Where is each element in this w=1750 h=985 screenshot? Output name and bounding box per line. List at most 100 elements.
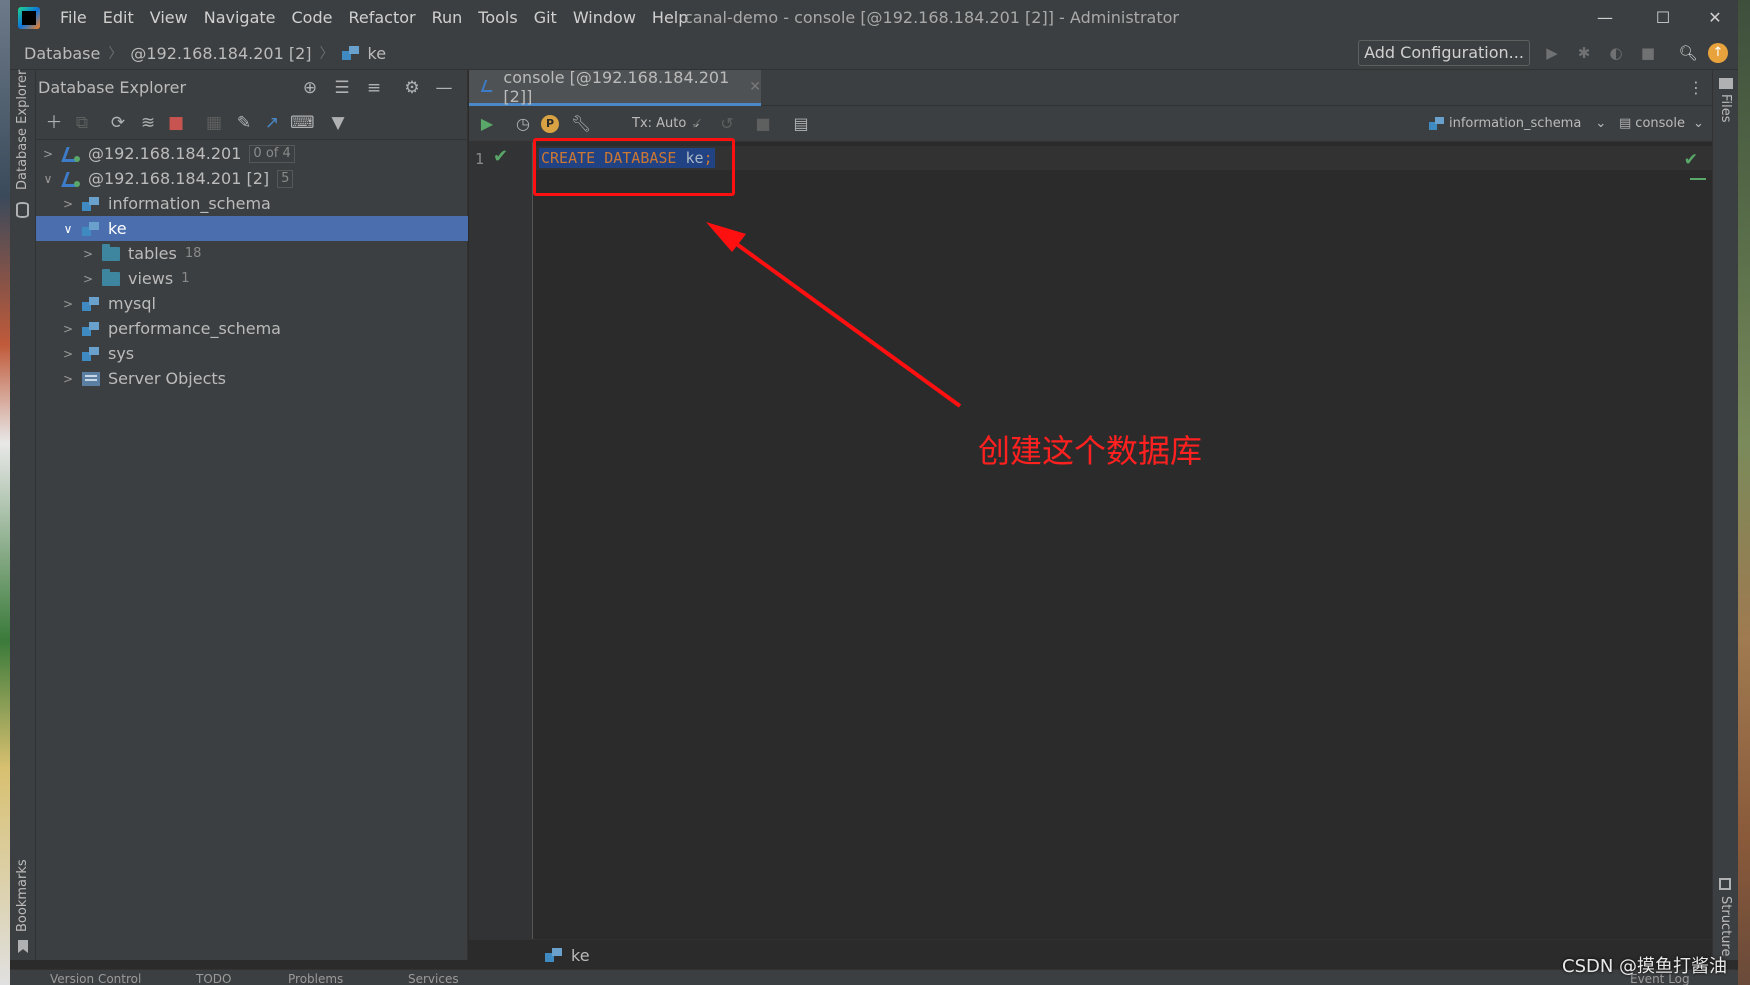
breadcrumb-database[interactable]: Database: [24, 44, 100, 63]
table-view-icon[interactable]: ▦: [202, 111, 226, 135]
schema-icon: [82, 321, 100, 336]
disconnect-icon[interactable]: ■: [164, 111, 188, 135]
wrench-icon[interactable]: 🔧︎: [569, 112, 593, 136]
annotation-highlight-box: [533, 138, 735, 196]
tree-item-ke[interactable]: ∨ ke: [36, 216, 468, 241]
collapse-all-icon[interactable]: ≡: [362, 76, 386, 100]
maximize-button[interactable]: ☐: [1634, 0, 1692, 36]
tree-item-label: tables: [128, 244, 177, 263]
tree-item-mysql[interactable]: > mysql: [36, 291, 468, 316]
chevron-right-icon[interactable]: >: [80, 272, 96, 286]
chevron-right-icon[interactable]: >: [60, 297, 76, 311]
files-tool-tab[interactable]: Files: [1718, 94, 1733, 123]
chevron-right-icon[interactable]: >: [60, 197, 76, 211]
schema-icon: [82, 221, 100, 236]
database-explorer-tool-tab[interactable]: Database Explorer: [15, 70, 30, 190]
menu-edit[interactable]: Edit: [95, 0, 142, 36]
close-window-button[interactable]: ✕: [1692, 0, 1738, 36]
tree-item-label: Server Objects: [108, 369, 226, 388]
menu-window[interactable]: Window: [565, 0, 644, 36]
session-selector[interactable]: ▤ console ⌄: [1619, 112, 1704, 136]
schema-selector[interactable]: information_schema ⌄: [1429, 112, 1606, 136]
menu-navigate[interactable]: Navigate: [196, 0, 284, 36]
todo-tab[interactable]: TODO: [196, 972, 231, 985]
menu-refactor[interactable]: Refactor: [340, 0, 423, 36]
structure-tool-tab[interactable]: Structure: [1718, 896, 1733, 956]
tx-mode-label: Tx: Auto: [632, 116, 687, 131]
tree-item-tables[interactable]: > tables 18: [36, 241, 468, 266]
chevron-down-icon: ⌄: [1692, 116, 1704, 131]
schema-icon: [545, 948, 563, 962]
edit-icon[interactable]: ✎: [232, 111, 256, 135]
chevron-right-icon[interactable]: >: [60, 322, 76, 336]
menu-git[interactable]: Git: [526, 0, 565, 36]
chevron-right-icon[interactable]: >: [60, 347, 76, 361]
schema-icon: [82, 196, 100, 211]
desktop-edge-left: [0, 0, 10, 985]
history-icon[interactable]: ◷: [511, 112, 535, 136]
explain-plan-icon[interactable]: P: [541, 115, 559, 133]
sql-editor[interactable]: 1 ✔ CREATE DATABASE ke; ✔: [469, 138, 1712, 939]
commit-icon[interactable]: ✓: [685, 112, 709, 136]
close-tab-icon[interactable]: ✕: [749, 79, 761, 95]
expand-all-icon[interactable]: ☰: [330, 76, 354, 100]
add-icon[interactable]: ＋: [42, 111, 66, 135]
menu-code[interactable]: Code: [284, 0, 341, 36]
problems-tab[interactable]: Problems: [288, 972, 343, 985]
duplicate-icon[interactable]: ⧉: [70, 111, 94, 135]
add-configuration-button[interactable]: Add Configuration...: [1358, 40, 1530, 66]
menu-run[interactable]: Run: [424, 0, 471, 36]
tree-item-performance-schema[interactable]: > performance_schema: [36, 316, 468, 341]
bookmarks-tool-tab[interactable]: Bookmarks: [15, 859, 30, 932]
menu-view[interactable]: View: [142, 0, 196, 36]
gear-icon[interactable]: ⚙: [400, 76, 424, 100]
jump-icon[interactable]: ↗: [260, 111, 284, 135]
schema-icon: [1429, 117, 1445, 131]
tree-item-server-objects[interactable]: > Server Objects: [36, 366, 468, 391]
hide-panel-icon[interactable]: —: [432, 76, 456, 100]
refresh-icon[interactable]: ⟳: [106, 111, 130, 135]
window-title: canal-demo - console [@192.168.184.201 […: [684, 8, 1179, 27]
chevron-right-icon[interactable]: >: [80, 247, 96, 261]
panel-title: Database Explorer: [38, 78, 187, 97]
breadcrumb-schema[interactable]: ke: [368, 44, 387, 63]
tree-item-information-schema[interactable]: > information_schema: [36, 191, 468, 216]
schema-settings-icon[interactable]: ≋: [136, 111, 160, 135]
version-control-tab[interactable]: Version Control: [50, 972, 141, 985]
tree-item-connection-1[interactable]: > @192.168.184.201 0 of 4: [36, 141, 468, 166]
tree-item-connection-2[interactable]: ∨ @192.168.184.201 [2] 5: [36, 166, 468, 191]
minimize-button[interactable]: —: [1576, 0, 1634, 36]
execute-icon[interactable]: ▶: [475, 112, 499, 136]
search-icon[interactable]: 🔍︎: [1676, 41, 1700, 65]
tree-item-count: 18: [184, 246, 202, 261]
tree-item-label: performance_schema: [108, 319, 281, 338]
chevron-down-icon[interactable]: ∨: [60, 222, 76, 236]
services-tab[interactable]: Services: [408, 972, 459, 985]
cancel-query-icon[interactable]: ■: [751, 112, 775, 136]
editor-toolbar: ▶ ◷ P 🔧︎ Tx: Auto ⌄ ✓ ↺ ■ ▤ information_…: [469, 106, 1712, 142]
menu-file[interactable]: File: [52, 0, 95, 36]
execution-success-icon: ✔: [493, 146, 509, 167]
output-table-icon[interactable]: ▤: [789, 112, 813, 136]
rollback-icon[interactable]: ↺: [715, 112, 739, 136]
filter-icon[interactable]: ▼: [326, 111, 350, 135]
chevron-down-icon: ⌄: [1595, 116, 1607, 131]
stop-icon[interactable]: ■: [1636, 41, 1660, 65]
tree-item-label: ke: [108, 219, 127, 238]
tree-item-sys[interactable]: > sys: [36, 341, 468, 366]
tab-console[interactable]: console [@192.168.184.201 [2]] ✕: [469, 68, 761, 106]
editor-breadcrumb[interactable]: ke: [545, 940, 590, 970]
menu-tools[interactable]: Tools: [470, 0, 525, 36]
update-icon[interactable]: ↑: [1708, 43, 1728, 63]
chevron-down-icon[interactable]: ∨: [40, 172, 56, 186]
breadcrumb-connection[interactable]: @192.168.184.201 [2]: [130, 44, 311, 63]
locate-icon[interactable]: ⊕: [298, 76, 322, 100]
chevron-right-icon[interactable]: >: [60, 372, 76, 386]
query-console-icon[interactable]: ⌨: [290, 111, 315, 135]
coverage-icon[interactable]: ◐: [1604, 41, 1628, 65]
chevron-right-icon[interactable]: >: [40, 147, 56, 161]
run-icon[interactable]: ▶: [1540, 41, 1564, 65]
debug-icon[interactable]: ✱: [1572, 41, 1596, 65]
tree-item-views[interactable]: > views 1: [36, 266, 468, 291]
more-vertical-icon[interactable]: ⋮: [1686, 76, 1706, 100]
